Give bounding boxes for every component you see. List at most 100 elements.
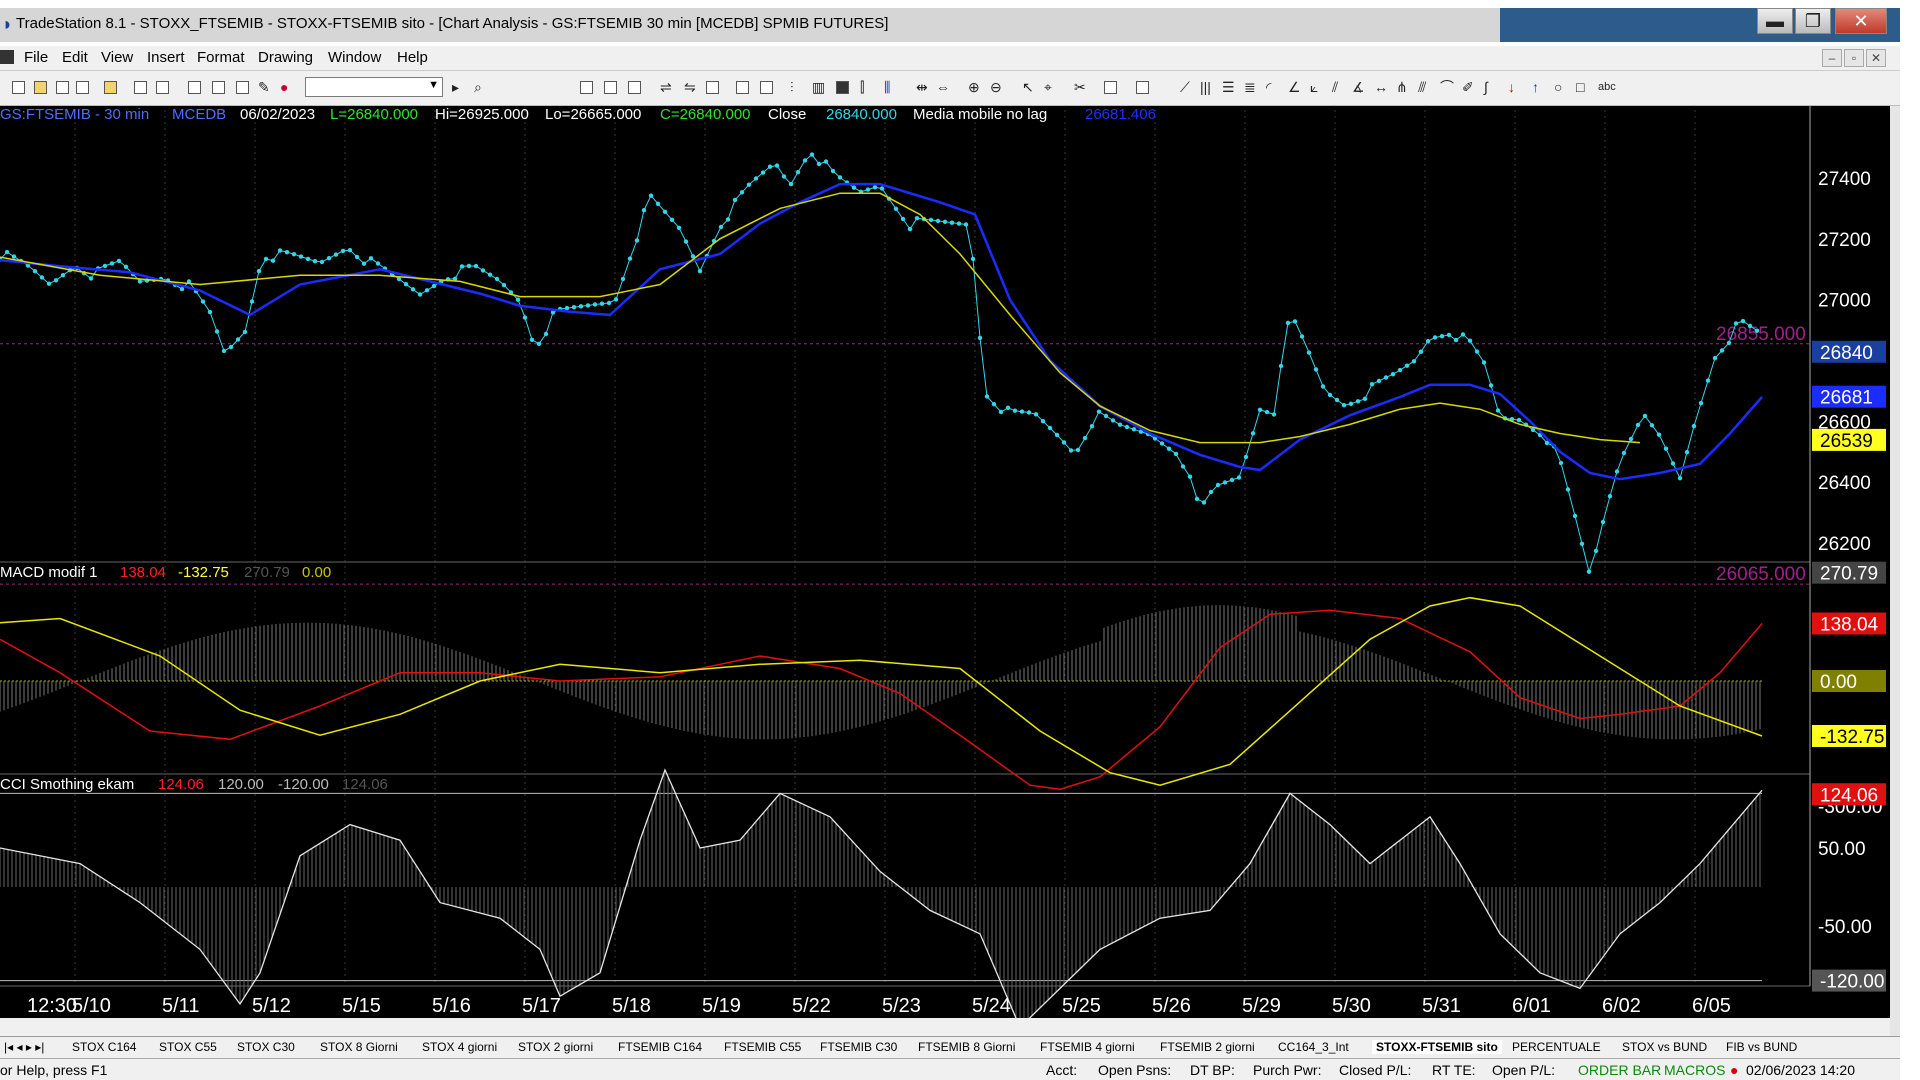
menu-file[interactable]: File <box>24 49 48 66</box>
parallel-icon[interactable]: ⫻ <box>1418 79 1426 95</box>
pen-icon[interactable]: ✎ <box>258 79 270 95</box>
volume-icon[interactable]: ⫼ <box>884 79 890 95</box>
tab-stox-4-giorni[interactable]: STOX 4 giorni <box>422 1040 497 1054</box>
speedline-icon[interactable]: ⟀ <box>1310 79 1318 95</box>
vertical-lines-icon[interactable]: ||| <box>1200 79 1211 95</box>
sheet-icon[interactable] <box>628 81 641 94</box>
status-acct: Acct: <box>1046 1062 1078 1078</box>
arrow-down-icon[interactable]: ↓ <box>1508 79 1515 95</box>
new-icon[interactable] <box>12 81 25 94</box>
symbol-combo[interactable]: ▼ <box>305 77 443 97</box>
tab-fib-vs-bund[interactable]: FIB vs BUND <box>1726 1040 1797 1054</box>
window-icon[interactable] <box>188 81 201 94</box>
cycle-icon[interactable]: ⌒ <box>1440 79 1454 95</box>
zoom-out-icon[interactable]: ⊖ <box>990 79 1002 95</box>
menu-edit[interactable]: Edit <box>62 49 88 66</box>
menu-drawing[interactable]: Drawing <box>258 49 313 66</box>
compress-icon[interactable]: ⇹ <box>916 79 928 95</box>
zoom-in-icon[interactable]: ⊕ <box>968 79 980 95</box>
horizontal-arrow-icon[interactable]: ↔ <box>1374 79 1388 95</box>
print-preview-icon[interactable] <box>134 81 147 94</box>
globe-icon[interactable]: ● <box>280 79 288 95</box>
tools-icon[interactable]: ✂ <box>1074 79 1086 95</box>
format-icon[interactable] <box>580 81 593 94</box>
curve-icon[interactable]: ∫ <box>1484 79 1488 95</box>
tab-stox-2-giorni[interactable]: STOX 2 giorni <box>518 1040 593 1054</box>
candle-icon[interactable] <box>836 81 849 94</box>
tab-stox-vs-bund[interactable]: STOX vs BUND <box>1622 1040 1707 1054</box>
title-bar[interactable]: ◗ TradeStation 8.1 - STOXX_FTSEMIB - STO… <box>0 0 1900 46</box>
minimize-button[interactable]: ▬ <box>1757 8 1793 34</box>
arc-icon[interactable]: ◜ <box>1266 79 1271 95</box>
order-bar-button[interactable]: ORDER BAR <box>1578 1062 1661 1078</box>
tab-ftsemib-c164[interactable]: FTSEMIB C164 <box>618 1040 702 1054</box>
angle-icon[interactable]: ∠ <box>1288 79 1301 95</box>
chevron-down-icon[interactable]: ▼ <box>428 79 439 91</box>
tab-stox-c55[interactable]: STOX C55 <box>159 1040 217 1054</box>
ellipse-icon[interactable]: ○ <box>1554 79 1562 95</box>
brush-icon[interactable]: ✐ <box>1462 79 1474 95</box>
tab-ftsemib-c30[interactable]: FTSEMIB C30 <box>820 1040 897 1054</box>
mdi-close-button[interactable]: ✕ <box>1866 49 1886 67</box>
open-icon[interactable] <box>34 81 47 94</box>
mdi-minimize-button[interactable]: – <box>1822 49 1842 67</box>
tile-icon[interactable] <box>212 81 225 94</box>
print-icon[interactable] <box>156 81 169 94</box>
arrow-up-icon[interactable]: ↑ <box>1532 79 1539 95</box>
ohlc-icon[interactable]: ⫿ <box>860 79 864 95</box>
channel-icon[interactable]: ∡ <box>1352 79 1365 95</box>
find-icon[interactable]: ⌕ <box>474 79 482 95</box>
vertical-scrollbar[interactable] <box>1890 106 1900 1036</box>
disabled-icon[interactable] <box>1136 81 1149 94</box>
link-icon[interactable]: ⇌ <box>660 79 672 95</box>
menu-window[interactable]: Window <box>328 49 381 66</box>
fib-icon[interactable]: ≣ <box>1244 79 1256 95</box>
menu-format[interactable]: Format <box>197 49 245 66</box>
layout-icon[interactable] <box>736 81 749 94</box>
horizontal-lines-icon[interactable]: ☰ <box>1222 79 1235 95</box>
mdi-restore-button[interactable]: ▫ <box>1844 49 1864 67</box>
cursor-data-icon[interactable]: ⌖ <box>1044 79 1052 95</box>
text-icon[interactable]: abc <box>1598 79 1616 95</box>
tab-percentuale[interactable]: PERCENTUALE <box>1512 1040 1601 1054</box>
table-icon[interactable] <box>604 81 617 94</box>
tab-stox-8-giorni[interactable]: STOX 8 Giorni <box>320 1040 398 1054</box>
bars-icon[interactable]: ⫶ <box>790 79 794 95</box>
chart-area[interactable]: 26855.000 26065.000 12:30 5/10 5/11 5/12 5/15… <box>0 106 1890 1044</box>
play-icon[interactable]: ▸ <box>452 79 459 95</box>
insert-study-icon[interactable] <box>1104 81 1117 94</box>
gann-icon[interactable]: ⫽ <box>1332 79 1338 95</box>
price-tick-label: 27000 <box>1818 291 1871 312</box>
grid-icon[interactable] <box>706 81 719 94</box>
tab-stox-c164[interactable]: STOX C164 <box>72 1040 136 1054</box>
close-button[interactable]: ✕ <box>1835 8 1887 34</box>
tab-nav-icon[interactable]: |◂ ◂ ▸ ▸| <box>4 1040 44 1054</box>
menu-insert[interactable]: Insert <box>147 49 185 66</box>
lock-icon[interactable] <box>236 81 249 94</box>
copy-icon[interactable] <box>76 81 89 94</box>
pointer-icon[interactable]: ↖ <box>1022 79 1034 95</box>
cci-v1: 124.06 <box>158 776 204 793</box>
tab-ftsemib-4-giorni[interactable]: FTSEMIB 4 giorni <box>1040 1040 1135 1054</box>
tab-cc164-3-int[interactable]: CC164_3_Int <box>1278 1040 1349 1054</box>
rectangle-icon[interactable]: □ <box>1576 79 1584 95</box>
tab-ftsemib-2-giorni[interactable]: FTSEMIB 2 giorni <box>1160 1040 1255 1054</box>
trendline-icon[interactable]: ⟋ <box>1180 79 1190 95</box>
scan-icon[interactable]: ▥ <box>812 79 825 95</box>
document-icon[interactable] <box>0 50 14 64</box>
save-all-icon[interactable] <box>56 81 69 94</box>
tab-stoxx-ftsemib-sito[interactable]: STOXX-FTSEMIB sito <box>1372 1040 1502 1054</box>
tab-ftsemib-c55[interactable]: FTSEMIB C55 <box>724 1040 801 1054</box>
window2-icon[interactable] <box>760 81 773 94</box>
maximize-button[interactable]: ❐ <box>1795 8 1831 34</box>
expand-icon[interactable]: ⇔ <box>936 79 950 95</box>
chart-type-icon[interactable]: ⇋ <box>684 79 696 95</box>
folder-icon[interactable] <box>104 81 117 94</box>
tab-ftsemib-8-giorni[interactable]: FTSEMIB 8 Giorni <box>918 1040 1015 1054</box>
menu-view[interactable]: View <box>101 49 133 66</box>
macros-button[interactable]: MACROS <box>1664 1062 1725 1078</box>
pitchfork-icon[interactable]: ⋔ <box>1396 79 1408 95</box>
tab-stox-c30[interactable]: STOX C30 <box>237 1040 295 1054</box>
menu-help[interactable]: Help <box>397 49 428 66</box>
horizontal-scrollbar[interactable] <box>0 1018 1890 1036</box>
